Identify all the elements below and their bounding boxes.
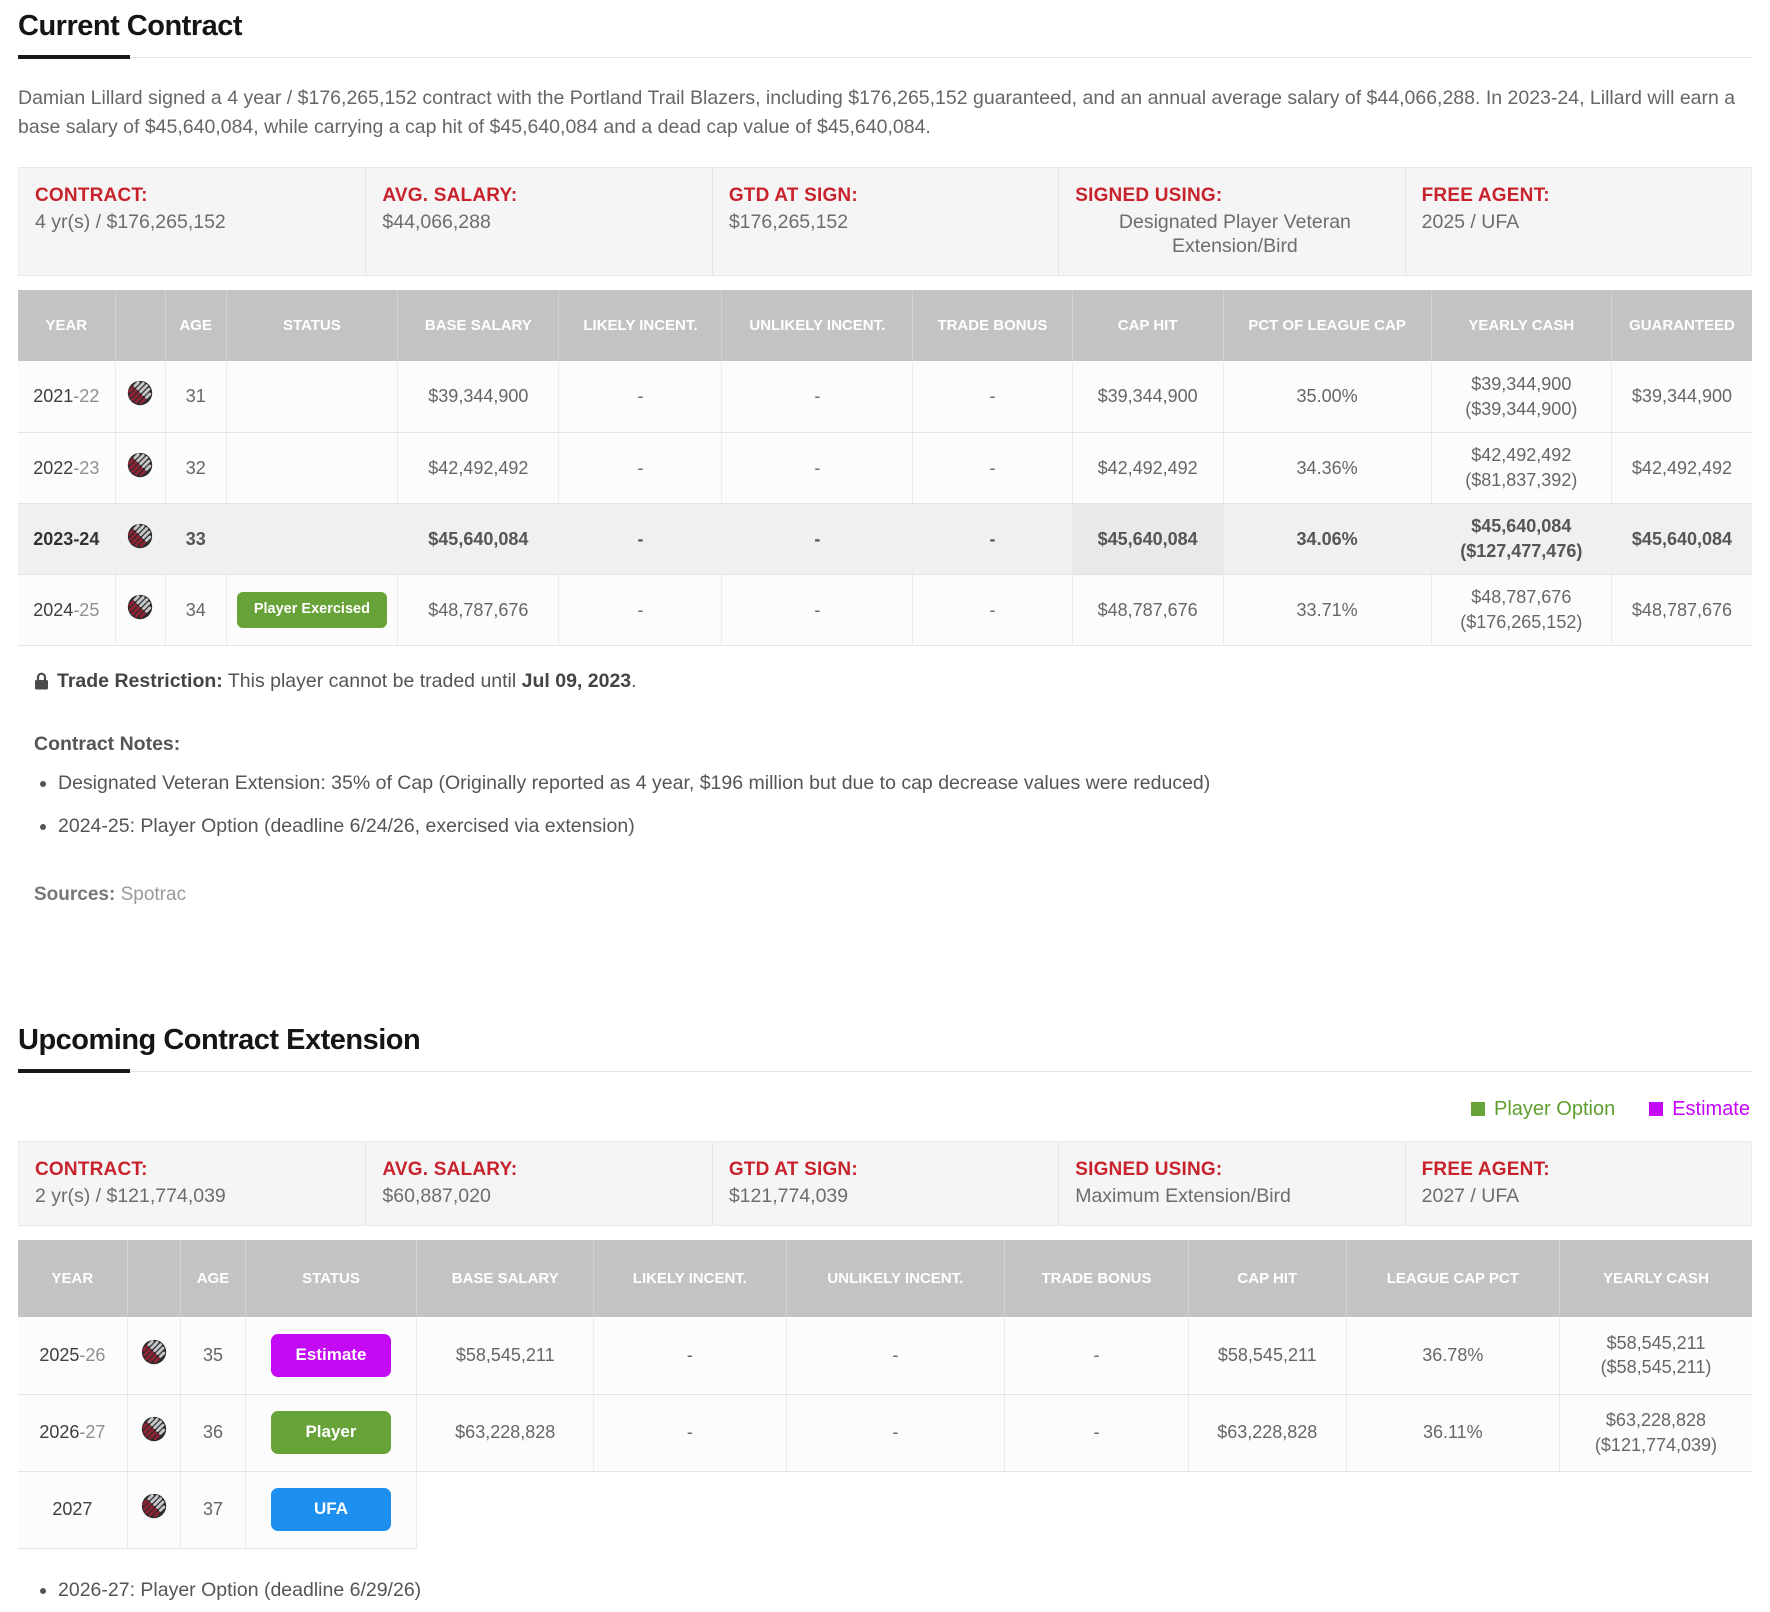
col-unlikely-incent: UNLIKELY INCENT.: [786, 1240, 1004, 1317]
portland-trail-blazers-logo[interactable]: [127, 523, 153, 549]
col-yearly-cash: YEARLY CASH: [1431, 290, 1611, 361]
summary-contract: CONTRACT: 4 yr(s) / $176,265,152: [19, 168, 365, 276]
table-row-current-season: 2023-24 33 $45,640,084 - - - $45,640,084…: [18, 503, 1752, 574]
col-age: AGE: [165, 290, 226, 361]
sources-line: Sources: Spotrac: [34, 884, 1752, 906]
status-badge-estimate: Estimate: [271, 1334, 391, 1377]
table-row-player-option: 2026-27 36 Player $63,228,828 - - - $63,…: [18, 1394, 1752, 1471]
summary-gtd-at-sign: GTD AT SIGN: $121,774,039: [712, 1142, 1058, 1225]
contract-notes-title: Contract Notes:: [34, 733, 1752, 756]
contract-notes-list: Designated Veteran Extension: 35% of Cap…: [40, 772, 1752, 838]
col-base-salary: BASE SALARY: [417, 1240, 594, 1317]
current-contract-table: YEAR AGE STATUS BASE SALARY LIKELY INCEN…: [18, 290, 1752, 646]
upcoming-extension-header: Upcoming Contract Extension: [18, 1024, 1752, 1072]
col-pct-league-cap: PCT OF LEAGUE CAP: [1223, 290, 1431, 361]
extension-table: YEAR AGE STATUS BASE SALARY LIKELY INCEN…: [18, 1240, 1752, 1549]
portland-trail-blazers-logo[interactable]: [127, 452, 153, 478]
extension-summary-bar: CONTRACT: 2 yr(s) / $121,774,039 AVG. SA…: [18, 1141, 1752, 1226]
col-guaranteed: GUARANTEED: [1611, 290, 1752, 361]
col-trade-bonus: TRADE BONUS: [913, 290, 1073, 361]
status-cell: [226, 503, 398, 574]
col-unlikely-incent: UNLIKELY INCENT.: [722, 290, 913, 361]
extension-note: 2026-27: Player Option (deadline 6/29/26…: [58, 1579, 1752, 1602]
contract-summary-paragraph: Damian Lillard signed a 4 year / $176,26…: [18, 84, 1752, 143]
current-contract-header: Current Contract: [18, 10, 1752, 58]
trade-restriction-note: Trade Restriction: This player cannot be…: [34, 670, 1752, 693]
contract-summary-bar: CONTRACT: 4 yr(s) / $176,265,152 AVG. SA…: [18, 167, 1752, 277]
table-row: 2021-22 31 $39,344,900 - - - $39,344,900…: [18, 361, 1752, 432]
portland-trail-blazers-logo[interactable]: [127, 594, 153, 620]
status-badge-ufa: UFA: [271, 1488, 391, 1531]
source-link[interactable]: Spotrac: [121, 884, 186, 905]
status-cell: [226, 432, 398, 503]
col-yearly-cash: YEARLY CASH: [1559, 1240, 1752, 1317]
col-cap-hit: CAP HIT: [1188, 1240, 1346, 1317]
legend-estimate: Estimate: [1649, 1098, 1750, 1121]
col-league-cap-pct: LEAGUE CAP PCT: [1346, 1240, 1559, 1317]
portland-trail-blazers-logo[interactable]: [141, 1493, 167, 1519]
table-row: 2024-25 34 Player Exercised $48,787,676 …: [18, 574, 1752, 645]
table-row-ufa: 2027 37 UFA: [18, 1471, 1752, 1548]
col-base-salary: BASE SALARY: [398, 290, 559, 361]
col-likely-incent: LIKELY INCENT.: [594, 1240, 786, 1317]
summary-contract: CONTRACT: 2 yr(s) / $121,774,039: [19, 1142, 365, 1225]
col-team: [115, 290, 165, 361]
status-cell: [226, 361, 398, 432]
portland-trail-blazers-logo[interactable]: [141, 1339, 167, 1365]
contract-note: Designated Veteran Extension: 35% of Cap…: [58, 772, 1752, 795]
status-badge-player: Player: [271, 1411, 391, 1454]
portland-trail-blazers-logo[interactable]: [127, 380, 153, 406]
summary-avg-salary: AVG. SALARY: $60,887,020: [365, 1142, 711, 1225]
summary-gtd-at-sign: GTD AT SIGN: $176,265,152: [712, 168, 1058, 276]
col-status: STATUS: [245, 1240, 417, 1317]
player-option-swatch: [1471, 1102, 1485, 1116]
contract-page: Current Contract Damian Lillard signed a…: [0, 0, 1770, 1612]
col-year: YEAR: [18, 1240, 127, 1317]
summary-free-agent: FREE AGENT: 2025 / UFA: [1405, 168, 1751, 276]
table-row-estimate: 2025-26 35 Estimate $58,545,211 - - - $5…: [18, 1317, 1752, 1394]
col-likely-incent: LIKELY INCENT.: [559, 290, 722, 361]
col-status: STATUS: [226, 290, 398, 361]
contract-note: 2024-25: Player Option (deadline 6/24/26…: [58, 815, 1752, 838]
lock-icon: [34, 672, 49, 690]
summary-avg-salary: AVG. SALARY: $44,066,288: [365, 168, 711, 276]
table-header-row: YEAR AGE STATUS BASE SALARY LIKELY INCEN…: [18, 290, 1752, 361]
table-row: 2022-23 32 $42,492,492 - - - $42,492,492…: [18, 432, 1752, 503]
summary-signed-using: SIGNED USING: Designated Player Veteran …: [1058, 168, 1404, 276]
portland-trail-blazers-logo[interactable]: [141, 1416, 167, 1442]
summary-free-agent: FREE AGENT: 2027 / UFA: [1405, 1142, 1751, 1225]
extension-notes-list: 2026-27: Player Option (deadline 6/29/26…: [40, 1579, 1752, 1602]
col-team: [127, 1240, 181, 1317]
table-legend: Player Option Estimate: [18, 1098, 1750, 1121]
estimate-swatch: [1649, 1102, 1663, 1116]
section-title: Upcoming Contract Extension: [18, 1024, 1752, 1057]
table-header-row: YEAR AGE STATUS BASE SALARY LIKELY INCEN…: [18, 1240, 1752, 1317]
status-badge-player-exercised: Player Exercised: [237, 592, 387, 628]
col-trade-bonus: TRADE BONUS: [1005, 1240, 1189, 1317]
page-title: Current Contract: [18, 10, 1752, 43]
col-age: AGE: [181, 1240, 245, 1317]
summary-signed-using: SIGNED USING: Maximum Extension/Bird: [1058, 1142, 1404, 1225]
col-cap-hit: CAP HIT: [1072, 290, 1223, 361]
legend-player-option: Player Option: [1471, 1098, 1615, 1121]
col-year: YEAR: [18, 290, 115, 361]
